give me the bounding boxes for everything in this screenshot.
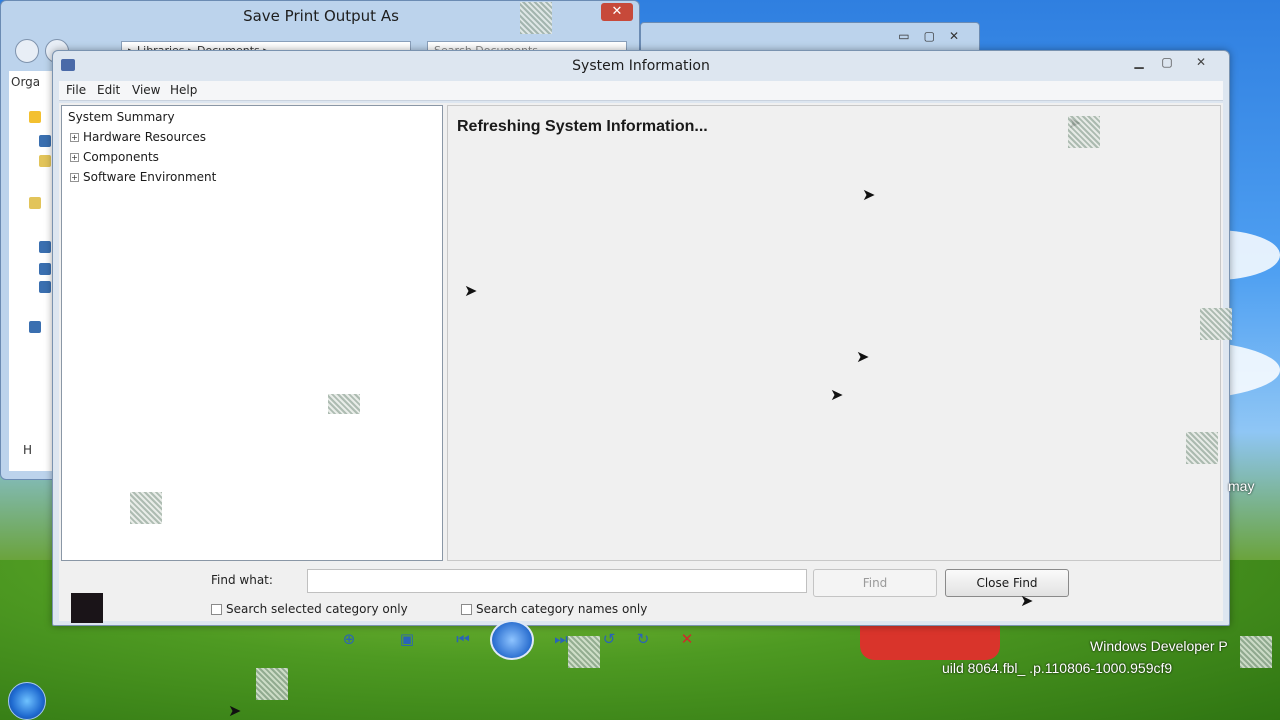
maximize-button[interactable]: ▢	[1153, 55, 1181, 71]
rendering-artifact	[256, 668, 288, 700]
close-button[interactable]: ✕	[1187, 55, 1215, 71]
rendering-artifact	[328, 394, 360, 414]
tree-item-hardware-resources[interactable]: + Hardware Resources	[68, 128, 206, 146]
search-selected-checkbox[interactable]	[211, 604, 222, 615]
background-hide-folders[interactable]: H	[23, 443, 32, 457]
favorites-star-icon	[29, 111, 41, 123]
search-category-names-option[interactable]: Search category names only	[461, 602, 647, 616]
menu-view[interactable]: View	[132, 83, 160, 97]
library-icon	[29, 197, 41, 209]
category-tree[interactable]: System Summary + Hardware Resources + Comp…	[61, 105, 443, 561]
build-watermark-line2: uild 8064.fbl_ .p.110806-1000.959cf9	[942, 660, 1173, 676]
title-bar[interactable]: System Information ▁ ▢ ✕	[53, 51, 1229, 81]
pictures-icon	[39, 263, 51, 275]
mouse-cursor-icon: ➤	[856, 347, 870, 366]
search-names-label: Search category names only	[476, 602, 648, 616]
tree-item-label: Hardware Resources	[83, 130, 207, 144]
computer-icon	[29, 321, 41, 333]
folder-icon	[39, 155, 51, 167]
build-watermark-line1: Windows Developer P	[1090, 638, 1228, 654]
rendering-artifact	[1200, 308, 1232, 340]
rendering-artifact	[568, 636, 600, 668]
actual-size-icon[interactable]: ▣	[396, 628, 418, 650]
rendering-artifact	[1186, 432, 1218, 464]
background-window-2: ▭▢✕	[640, 22, 980, 52]
start-button[interactable]	[8, 682, 46, 720]
find-bar: Find what: Find Close Find Search select…	[59, 563, 1223, 623]
photo-viewer-toolbar: ⊕ ▣ ⏮ ⏭ ↺ ↻ ✕	[310, 620, 710, 660]
background-close-button[interactable]: ✕	[601, 3, 633, 21]
rotate-right-icon[interactable]: ↻	[632, 628, 654, 650]
menu-file[interactable]: File	[66, 83, 86, 97]
tree-item-label: System Summary	[68, 110, 175, 124]
slideshow-button[interactable]	[490, 620, 534, 660]
rendering-artifact	[71, 593, 103, 623]
background-window-2-controls[interactable]: ▭▢✕	[898, 29, 973, 43]
delete-icon[interactable]: ✕	[676, 628, 698, 650]
organize-button[interactable]: Orga	[11, 75, 40, 89]
mouse-cursor-icon: ➤	[830, 385, 844, 404]
find-what-label: Find what:	[211, 573, 273, 587]
rendering-artifact	[130, 492, 162, 524]
tree-item-label: Components	[83, 150, 159, 164]
system-information-window[interactable]: System Information ▁ ▢ ✕ File Edit View …	[52, 50, 1230, 626]
tree-item-software-environment[interactable]: + Software Environment	[68, 168, 216, 186]
previous-icon[interactable]: ⏮	[452, 628, 474, 650]
rendering-artifact	[520, 2, 552, 34]
mouse-cursor-icon: ➤	[464, 281, 478, 300]
expand-plus-icon[interactable]: +	[70, 173, 79, 182]
refresh-status-text: Refreshing System Information...	[457, 118, 708, 135]
mouse-cursor-icon: ➤	[228, 701, 242, 720]
menu-help[interactable]: Help	[170, 83, 197, 97]
music-icon	[39, 241, 51, 253]
close-find-button[interactable]: Close Find	[945, 569, 1069, 597]
search-selected-category-option[interactable]: Search selected category only	[211, 602, 408, 616]
window-title: System Information	[572, 58, 710, 74]
tree-item-components[interactable]: + Components	[68, 148, 159, 166]
tree-item-label: Software Environment	[83, 170, 217, 184]
find-what-input[interactable]	[307, 569, 807, 593]
client-area: System Summary + Hardware Resources + Comp…	[59, 103, 1223, 623]
desktop-icon	[39, 135, 51, 147]
mouse-cursor-icon: ➤	[862, 185, 876, 204]
search-names-checkbox[interactable]	[461, 604, 472, 615]
find-button[interactable]: Find	[813, 569, 937, 597]
search-selected-label: Search selected category only	[226, 602, 408, 616]
expand-plus-icon[interactable]: +	[70, 133, 79, 142]
rendering-artifact	[1068, 116, 1100, 148]
menu-bar: File Edit View Help	[59, 81, 1223, 101]
expand-plus-icon[interactable]: +	[70, 153, 79, 162]
tree-item-system-summary[interactable]: System Summary	[68, 108, 175, 126]
minimize-button[interactable]: ▁	[1125, 55, 1153, 71]
rendering-artifact	[1240, 636, 1272, 668]
videos-icon	[39, 281, 51, 293]
desktop-side-text: may	[1228, 478, 1255, 494]
zoom-icon[interactable]: ⊕	[338, 628, 360, 650]
rotate-left-icon[interactable]: ↺	[598, 628, 620, 650]
mouse-cursor-icon: ➤	[1020, 591, 1034, 610]
menu-edit[interactable]: Edit	[97, 83, 120, 97]
back-button[interactable]	[15, 39, 39, 63]
details-pane: Refreshing System Information...	[447, 105, 1221, 561]
